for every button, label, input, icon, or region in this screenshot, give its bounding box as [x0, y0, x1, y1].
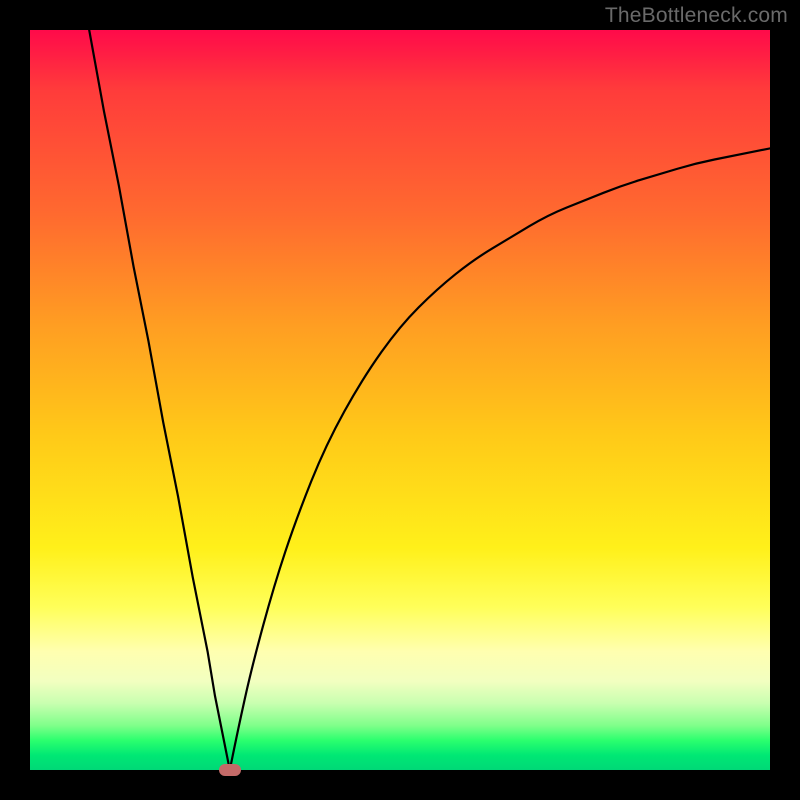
chart-frame: TheBottleneck.com [0, 0, 800, 800]
optimal-marker [219, 764, 241, 776]
watermark-text: TheBottleneck.com [605, 4, 788, 28]
bottleneck-curve [30, 30, 770, 770]
plot-area [30, 30, 770, 770]
